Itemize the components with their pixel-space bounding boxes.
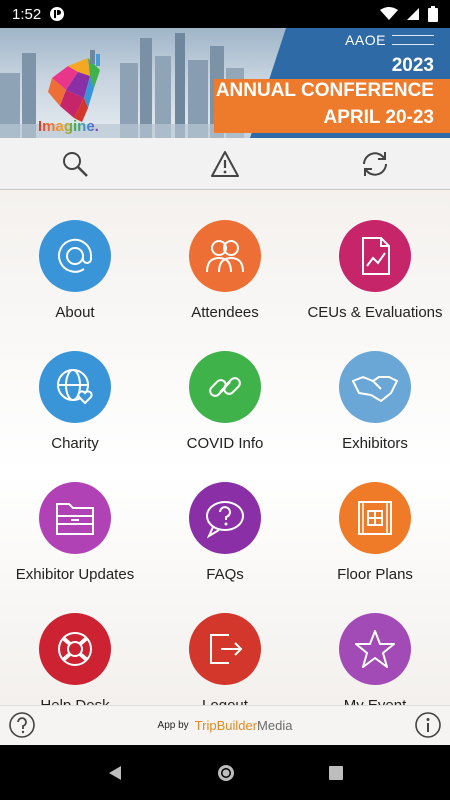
tile-floor-plans[interactable]: Floor Plans — [300, 452, 450, 583]
tile-my-event[interactable]: My Event — [300, 583, 450, 705]
alerts-button[interactable] — [150, 138, 300, 190]
tile-attendees[interactable]: Attendees — [150, 190, 300, 321]
floor-plan-icon — [339, 482, 411, 554]
tile-label: Charity — [51, 435, 99, 452]
app-notification-icon — [50, 7, 65, 21]
tile-logout[interactable]: Logout — [150, 583, 300, 705]
footer-bar: App by TripBuilderMedia — [0, 705, 450, 745]
menu-grid: About Attendees CEUs & Evaluations Chari… — [0, 190, 450, 705]
conference-year: 2023 — [391, 55, 434, 76]
tile-charity[interactable]: Charity — [0, 321, 150, 452]
refresh-icon — [363, 152, 387, 176]
tile-label: About — [55, 304, 95, 321]
tile-label: FAQs — [206, 566, 244, 583]
handshake-icon — [339, 351, 411, 423]
search-button[interactable] — [0, 138, 150, 190]
at-sign-icon — [39, 220, 111, 292]
battery-icon — [428, 6, 438, 22]
tile-label: COVID Info — [186, 435, 264, 452]
system-nav-bar — [0, 745, 450, 800]
org-name: AAOE — [345, 32, 386, 48]
org-tagline-lines — [392, 35, 434, 45]
question-bubble-icon — [189, 482, 261, 554]
org-logo: AAOE — [345, 32, 434, 48]
tile-label: Exhibitor Updates — [15, 566, 135, 583]
tile-label: CEUs & Evaluations — [307, 304, 443, 321]
tile-about[interactable]: About — [0, 190, 150, 321]
status-bar: 1:52 — [0, 0, 450, 28]
logout-icon — [189, 613, 261, 685]
search-icon — [63, 152, 88, 177]
back-icon[interactable] — [106, 764, 124, 782]
link-icon — [189, 351, 261, 423]
brand-part-1: TripBuilder — [194, 717, 258, 733]
tile-label: Floor Plans — [337, 566, 413, 583]
tripbuilder-logo[interactable]: TripBuilderMedia — [195, 717, 293, 735]
status-time: 1:52 — [12, 5, 42, 23]
home-icon[interactable] — [216, 763, 236, 783]
recents-icon[interactable] — [328, 765, 344, 781]
tile-covid-info[interactable]: COVID Info — [150, 321, 300, 452]
help-circle-icon — [9, 712, 35, 738]
tile-label: Exhibitors — [342, 435, 408, 452]
report-icon — [339, 220, 411, 292]
conference-dates: APRIL 20-23 — [323, 107, 434, 128]
info-icon — [415, 712, 441, 738]
tile-exhibitor-updates[interactable]: Exhibitor Updates — [0, 452, 150, 583]
globe-heart-icon — [39, 351, 111, 423]
tile-ceus-evaluations[interactable]: CEUs & Evaluations — [300, 190, 450, 321]
folder-icon — [39, 482, 111, 554]
info-button[interactable] — [414, 711, 442, 744]
logo-tagline: Imagine. — [38, 118, 99, 135]
star-icon — [339, 613, 411, 685]
tile-label: Logout — [202, 697, 248, 705]
conference-banner: AAOE 2023 ANNUAL CONFERENCE APRIL 20-23 … — [0, 28, 450, 138]
lifebuoy-icon — [39, 613, 111, 685]
people-icon — [189, 220, 261, 292]
warning-icon — [211, 151, 239, 177]
signal-icon — [407, 8, 419, 20]
tile-help-desk[interactable]: Help Desk — [0, 583, 150, 705]
tile-label: Help Desk — [40, 697, 109, 705]
tile-faqs[interactable]: FAQs — [150, 452, 300, 583]
tile-exhibitors[interactable]: Exhibitors — [300, 321, 450, 452]
footer-app-by: App by — [157, 720, 189, 731]
toolbar — [0, 138, 450, 190]
refresh-button[interactable] — [300, 138, 450, 190]
help-button[interactable] — [8, 711, 36, 744]
conference-title: ANNUAL CONFERENCE — [215, 80, 434, 101]
tile-label: Attendees — [191, 304, 259, 321]
tile-label: My Event — [344, 697, 407, 705]
brand-part-2: Media — [257, 717, 293, 733]
wifi-icon — [380, 7, 398, 20]
